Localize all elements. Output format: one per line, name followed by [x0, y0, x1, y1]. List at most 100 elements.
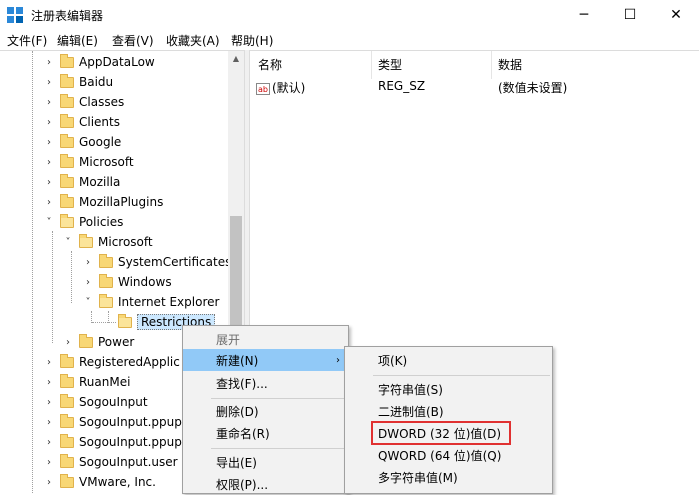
menu-item-export[interactable]: 导出(E) — [183, 451, 348, 473]
submenu-item-key[interactable]: 项(K) — [345, 349, 552, 371]
minimize-button[interactable]: ─ — [561, 0, 607, 30]
column-header-name[interactable]: 名称 — [258, 56, 282, 73]
submenu-item-multi-string-value[interactable]: 多字符串值(M) — [345, 466, 552, 488]
scroll-up-arrow-icon[interactable]: ▲ — [228, 51, 244, 67]
highlight-annotation-box — [371, 421, 511, 445]
folder-icon — [60, 433, 74, 448]
submenu-item-string-value[interactable]: 字符串值(S) — [345, 378, 552, 400]
tree-item[interactable]: › AppDataLow — [44, 52, 155, 72]
chevron-right-icon[interactable]: › — [44, 397, 54, 408]
chevron-right-icon[interactable]: › — [63, 337, 73, 348]
menu-favorites[interactable]: 收藏夹(A) — [166, 32, 220, 49]
tree-item-label: Google — [79, 135, 122, 149]
column-header-type[interactable]: 类型 — [378, 56, 402, 73]
chevron-right-icon[interactable]: › — [44, 57, 54, 68]
chevron-right-icon[interactable]: › — [44, 97, 54, 108]
value-type: REG_SZ — [378, 79, 426, 93]
tree-item[interactable]: › Classes — [44, 92, 124, 112]
tree-item[interactable]: › SogouInput.user — [44, 452, 178, 472]
tree-item[interactable]: › Clients — [44, 112, 120, 132]
value-data: (数值未设置) — [498, 81, 568, 95]
chevron-right-icon[interactable]: › — [83, 277, 93, 288]
tree-item-label: Classes — [79, 95, 125, 109]
menu-item-new[interactable]: 新建(N) › — [183, 349, 348, 371]
chevron-right-icon[interactable]: › — [44, 417, 54, 428]
tree-item-label: SogouInput.ppup — [79, 415, 182, 429]
folder-icon — [60, 153, 74, 168]
folder-open-icon — [79, 233, 93, 248]
folder-icon — [60, 93, 74, 108]
tree-item[interactable]: ˅ Internet Explorer — [83, 292, 219, 312]
menu-separator — [211, 398, 346, 399]
menu-item-find[interactable]: 查找(F)... — [183, 372, 348, 394]
tree-item[interactable]: › RuanMei — [44, 372, 130, 392]
menu-item-rename[interactable]: 重命名(R) — [183, 422, 348, 444]
menu-item-delete[interactable]: 删除(D) — [183, 400, 348, 422]
maximize-button[interactable]: ☐ — [607, 0, 653, 30]
folder-icon — [60, 453, 74, 468]
column-divider[interactable] — [371, 51, 372, 79]
tree-item[interactable]: › Baidu — [44, 72, 113, 92]
menu-file[interactable]: 文件(F) — [7, 32, 47, 49]
tree-item[interactable]: › Power — [63, 332, 134, 352]
tree-item-label: RuanMei — [79, 375, 131, 389]
tree-item[interactable]: › SystemCertificates — [83, 252, 231, 272]
menu-edit[interactable]: 编辑(E) — [57, 32, 98, 49]
chevron-down-icon[interactable]: ˅ — [44, 217, 54, 228]
tree-item[interactable]: › Windows — [83, 272, 172, 292]
tree-item-label: RegisteredApplic — [79, 355, 180, 369]
chevron-down-icon[interactable]: ˅ — [63, 237, 73, 248]
chevron-right-icon[interactable]: › — [44, 437, 54, 448]
chevron-right-icon[interactable]: › — [44, 77, 54, 88]
menu-view[interactable]: 查看(V) — [112, 32, 154, 49]
tree-scrollbar-thumb[interactable] — [230, 216, 242, 334]
tree-item-label: Windows — [118, 275, 172, 289]
chevron-right-icon[interactable]: › — [44, 117, 54, 128]
menu-item-expand[interactable]: 展开 — [183, 328, 348, 350]
tree-item[interactable]: ˅ Microsoft — [63, 232, 153, 252]
tree-item-label: MozillaPlugins — [79, 195, 164, 209]
tree-guide-line — [52, 231, 53, 343]
submenu-item-qword-value[interactable]: QWORD (64 位)值(Q) — [345, 444, 552, 466]
chevron-right-icon[interactable]: › — [44, 477, 54, 488]
chevron-right-icon[interactable]: › — [44, 197, 54, 208]
menu-help[interactable]: 帮助(H) — [231, 32, 273, 49]
tree-item[interactable]: ˅ Policies — [44, 212, 123, 232]
chevron-right-icon[interactable]: › — [44, 137, 54, 148]
tree-item[interactable]: › SogouInput.ppup — [44, 412, 182, 432]
chevron-down-icon[interactable]: ˅ — [83, 297, 93, 308]
chevron-right-icon[interactable]: › — [83, 257, 93, 268]
folder-icon — [60, 113, 74, 128]
tree-item-label: SogouInput.ppup — [79, 435, 182, 449]
chevron-right-icon[interactable]: › — [44, 377, 54, 388]
tree-item[interactable]: › MozillaPlugins — [44, 192, 163, 212]
tree-item[interactable]: › Microsoft — [44, 152, 134, 172]
registry-editor-icon — [7, 7, 23, 23]
value-name: (默认) — [272, 81, 306, 95]
chevron-right-icon[interactable]: › — [44, 457, 54, 468]
tree-item[interactable]: › SogouInput — [44, 392, 148, 412]
new-submenu: 项(K) 字符串值(S) 二进制值(B) DWORD (32 位)值(D) QW… — [344, 346, 553, 494]
tree-item-label: Internet Explorer — [118, 295, 220, 309]
tree-item[interactable]: › Mozilla — [44, 172, 120, 192]
column-divider[interactable] — [491, 51, 492, 79]
tree-item-label: SogouInput.user — [79, 455, 178, 469]
folder-icon — [79, 333, 93, 348]
tree-item[interactable]: › Google — [44, 132, 121, 152]
tree-item[interactable]: › RegisteredApplic — [44, 352, 180, 372]
folder-icon — [60, 473, 74, 488]
folder-icon — [60, 373, 74, 388]
chevron-right-icon[interactable]: › — [44, 357, 54, 368]
chevron-right-icon[interactable]: › — [44, 157, 54, 168]
tree-item-label: SystemCertificates — [118, 255, 232, 269]
tree-item-label: Mozilla — [79, 175, 121, 189]
folder-icon — [60, 73, 74, 88]
value-row-name[interactable]: ab (默认) — [256, 79, 305, 97]
folder-open-icon — [118, 313, 132, 328]
close-button[interactable]: ✕ — [653, 0, 699, 30]
tree-item[interactable]: › SogouInput.ppup — [44, 432, 182, 452]
submenu-item-binary-value[interactable]: 二进制值(B) — [345, 400, 552, 422]
chevron-right-icon[interactable]: › — [44, 177, 54, 188]
tree-item[interactable]: › VMware, Inc. — [44, 472, 156, 492]
column-header-data[interactable]: 数据 — [498, 56, 522, 73]
